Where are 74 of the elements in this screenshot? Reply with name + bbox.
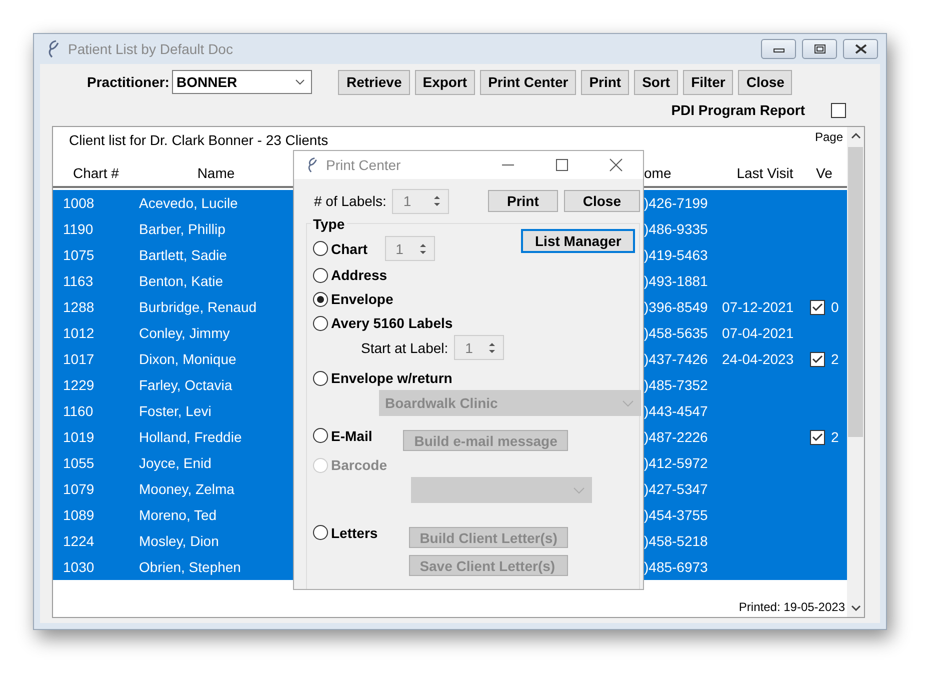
table-cell-text: Acevedo, Lucile	[139, 195, 239, 211]
table-cell-text: )412-5972	[644, 455, 709, 471]
table-cell-text: )426-7199	[644, 195, 709, 211]
table-cell-text: )437-7426	[644, 351, 709, 367]
table-cell-text: )427-5347	[644, 481, 709, 497]
table-cell-text: 1160	[62, 403, 94, 419]
table-cell-text: )485-6973	[644, 559, 709, 575]
table-cell-text: 1012	[62, 325, 96, 341]
table-cell: 2	[831, 351, 839, 367]
table-cell-text: Holland, Freddie	[139, 429, 243, 445]
table-cell-text: )396-8549	[644, 299, 709, 315]
option-label: Address	[331, 267, 388, 283]
table-cell-text: )454-3755	[644, 507, 709, 523]
page-label: Page	[814, 130, 843, 144]
table-cell-text: 1288	[62, 299, 96, 315]
table-cell-text: Bartlett, Sadie	[139, 247, 228, 263]
column-header: ome	[644, 165, 672, 183]
table-cell-text: Foster, Levi	[139, 403, 212, 419]
table-cell-text: 1075	[62, 247, 96, 263]
practitioner-label: Practitioner:	[87, 74, 170, 90]
start-label-label: Start at Label:	[361, 340, 448, 356]
option-label: Envelope w/return	[331, 370, 452, 386]
printed-date: Printed: 19-05-2023	[738, 600, 845, 614]
table-cell-text: Burbridge, Renaud	[139, 299, 258, 315]
table-cell: 0	[831, 299, 839, 315]
table-cell-text: Dixon, Monique	[139, 351, 238, 367]
option-label: E-Mail	[331, 428, 372, 444]
table-cell-text: Moreno, Ted	[139, 507, 218, 523]
table-cell-text: 1008	[62, 195, 96, 211]
table-cell: 24-04-2023	[722, 351, 794, 367]
table-cell-text: Barber, Phillip	[139, 221, 226, 237]
table-cell-text: )487-2226	[644, 429, 709, 445]
option-label: Barcode	[331, 457, 388, 473]
table-cell-text: 1017	[62, 351, 96, 367]
table-cell-text: Obrien, Stephen	[139, 559, 242, 575]
type-group-label: Type	[311, 216, 347, 232]
table-cell-text: Mooney, Zelma	[139, 481, 236, 497]
window-title: Patient List by Default Doc	[68, 41, 233, 57]
table-cell: 07-04-2021	[722, 325, 794, 341]
table-cell: 07-12-2021	[722, 299, 794, 315]
table-cell-text: 1079	[62, 481, 96, 497]
table-cell-text: 1019	[62, 429, 96, 445]
table-cell-text: )486-9335	[644, 221, 709, 237]
table-cell-text: 1163	[62, 273, 94, 289]
table-cell-text: 1224	[62, 533, 96, 549]
table-cell-text: 1055	[62, 455, 96, 471]
table-cell-text: 1030	[62, 559, 96, 575]
table-cell-text: Conley, Jimmy	[139, 325, 231, 341]
column-header: Ve	[815, 165, 834, 183]
option-label: Letters	[331, 525, 378, 541]
option-label: Avery 5160 Labels	[331, 315, 453, 331]
table-cell-text: 1229	[62, 377, 96, 393]
table-cell-text: )493-1881	[644, 273, 709, 289]
table-cell-text: Mosley, Dion	[139, 533, 220, 549]
pdi-report-label: PDI Program Report	[671, 102, 805, 118]
option-label: Envelope	[331, 291, 394, 307]
report-heading: Client list for Dr. Clark Bonner - 23 Clients	[69, 132, 328, 148]
column-header: Last Visit	[736, 165, 794, 183]
table-cell-text: )458-5218	[644, 533, 709, 549]
column-header: Name	[196, 165, 236, 183]
option-label: Chart	[331, 240, 368, 256]
table-cell-text: Benton, Katie	[139, 273, 224, 289]
labels-count-label: # of Labels:	[314, 193, 386, 209]
table-cell-text: 1089	[62, 507, 96, 523]
table-cell-text: )419-5463	[644, 247, 709, 263]
dialog-title: Print Center	[326, 157, 401, 173]
table-cell-text: 1190	[62, 221, 94, 237]
table-cell-text: Joyce, Enid	[139, 455, 212, 471]
table-cell-text: )443-4547	[644, 403, 709, 419]
table-cell: 2	[831, 429, 839, 445]
table-cell-text: )485-7352	[644, 377, 709, 393]
table-cell-text: )458-5635	[644, 325, 709, 341]
column-header: Chart #	[72, 165, 120, 183]
table-cell-text: Farley, Octavia	[139, 377, 234, 393]
